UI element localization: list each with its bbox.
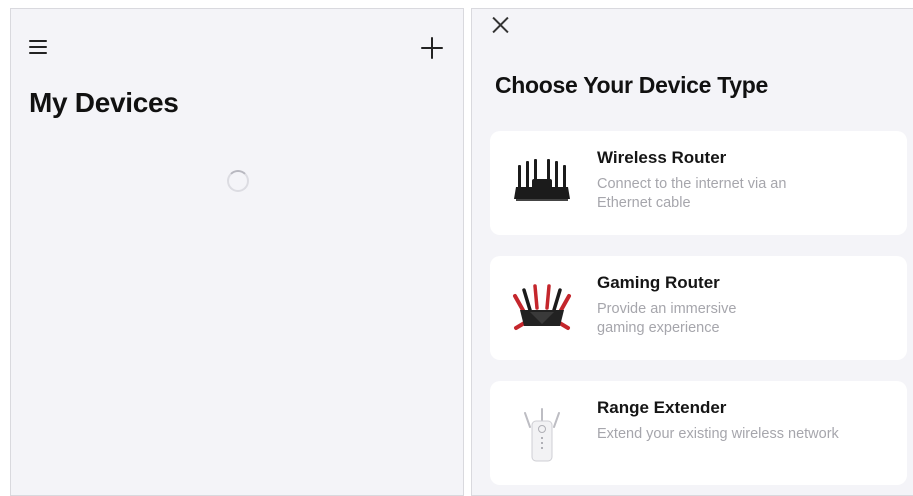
device-option-gaming-router[interactable]: Gaming Router Provide an immersive gamin… <box>490 256 907 360</box>
range-extender-icon <box>524 408 560 462</box>
add-device-button[interactable] <box>417 33 447 63</box>
device-option-description: Provide an immersive gaming experience <box>597 301 737 336</box>
device-option-name: Wireless Router <box>597 148 727 167</box>
my-devices-screen: My Devices <box>10 8 464 496</box>
page-title: My Devices <box>29 87 179 118</box>
device-option-name: Gaming Router <box>597 273 720 292</box>
device-option-description: Connect to the internet via an Ethernet … <box>597 176 787 211</box>
device-type-sheet: Choose Your Device Type Wireless Router … <box>471 8 913 496</box>
gaming-router-icon <box>513 284 571 330</box>
device-option-name: Range Extender <box>597 398 727 417</box>
close-icon[interactable] <box>488 13 512 37</box>
sheet-title: Choose Your Device Type <box>495 72 769 98</box>
wireless-router-icon <box>514 159 570 201</box>
loading-spinner-icon <box>227 170 249 192</box>
hamburger-menu-icon[interactable] <box>29 38 51 56</box>
device-option-range-extender[interactable]: Range Extender Extend your existing wire… <box>490 381 907 485</box>
device-option-description: Extend your existing wireless network <box>597 426 839 442</box>
device-option-wireless-router[interactable]: Wireless Router Connect to the internet … <box>490 131 907 235</box>
